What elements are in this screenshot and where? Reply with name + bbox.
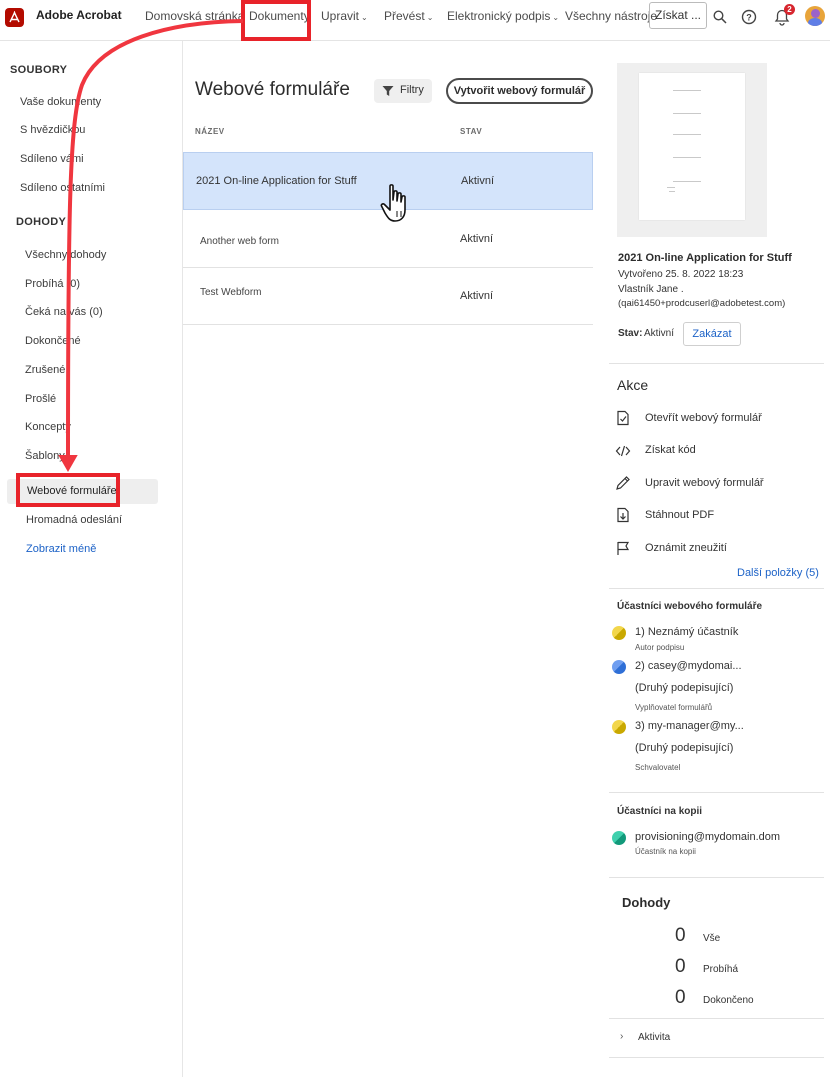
annotation-arrow	[58, 19, 244, 473]
